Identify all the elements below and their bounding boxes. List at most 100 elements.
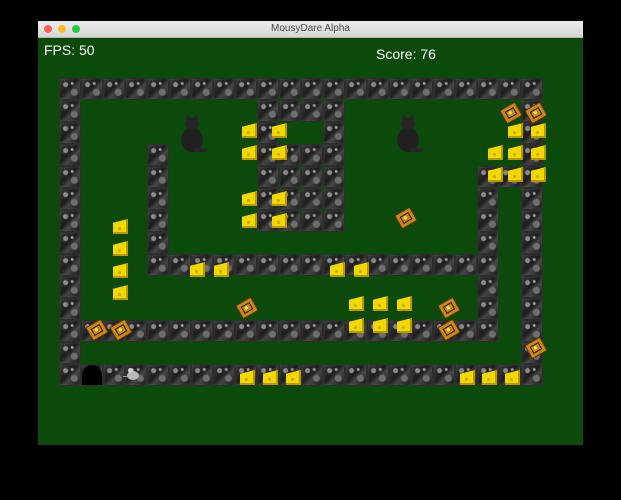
mouse-ear	[128, 368, 133, 373]
cheese-pickup	[488, 145, 503, 160]
wall-tile	[389, 78, 411, 100]
wall-tile	[301, 144, 323, 166]
wall-tile	[301, 188, 323, 210]
wall-tile	[59, 100, 81, 122]
wall-tile	[477, 210, 499, 232]
wall-tile	[323, 100, 345, 122]
cheese-pickup	[508, 123, 523, 138]
wall-tile	[323, 78, 345, 100]
wall-tile	[257, 100, 279, 122]
wall-tile	[411, 320, 433, 342]
wall-tile	[59, 320, 81, 342]
wall-tile	[147, 144, 169, 166]
wall-tile	[59, 122, 81, 144]
wall-tile	[257, 166, 279, 188]
wall-tile	[521, 254, 543, 276]
wall-tile	[235, 254, 257, 276]
wall-tile	[103, 364, 125, 386]
wall-tile	[147, 78, 169, 100]
wall-tile	[235, 78, 257, 100]
wall-tile	[279, 166, 301, 188]
score-display: Score: 76	[376, 46, 436, 62]
wall-tile	[433, 364, 455, 386]
wall-tile	[147, 320, 169, 342]
wall-tile	[59, 144, 81, 166]
wall-tile	[279, 78, 301, 100]
wall-tile	[169, 254, 191, 276]
wall-tile	[455, 78, 477, 100]
wall-tile	[521, 232, 543, 254]
wall-tile	[411, 364, 433, 386]
wall-tile	[147, 188, 169, 210]
wall-tile	[477, 78, 499, 100]
wall-tile	[257, 254, 279, 276]
wall-tile	[389, 254, 411, 276]
wall-tile	[235, 320, 257, 342]
wall-tile	[367, 364, 389, 386]
wall-tile	[323, 210, 345, 232]
cat-tail	[193, 148, 207, 152]
wall-tile	[59, 210, 81, 232]
wall-tile	[477, 276, 499, 298]
wall-tile	[125, 78, 147, 100]
wall-tile	[367, 78, 389, 100]
wall-tile	[213, 78, 235, 100]
wall-tile	[59, 342, 81, 364]
wall-tile	[169, 320, 191, 342]
wall-tile	[411, 78, 433, 100]
wall-tile	[191, 320, 213, 342]
wall-tile	[103, 78, 125, 100]
wall-tile	[147, 166, 169, 188]
wall-tile	[477, 298, 499, 320]
wall-tile	[213, 320, 235, 342]
cheese-pickup	[242, 123, 257, 138]
title-bar[interactable]: MousyDare Alpha	[38, 21, 583, 38]
wall-tile	[81, 78, 103, 100]
wall-tile	[323, 320, 345, 342]
wall-tile	[59, 276, 81, 298]
wall-tile	[499, 78, 521, 100]
wall-tile	[191, 364, 213, 386]
wall-tile	[301, 320, 323, 342]
wall-tile	[279, 254, 301, 276]
wall-tile	[59, 166, 81, 188]
cheese-pickup	[508, 145, 523, 160]
cheese-pickup	[113, 285, 128, 300]
wall-tile	[455, 254, 477, 276]
wall-tile	[521, 188, 543, 210]
wall-tile	[411, 254, 433, 276]
fps-counter: FPS: 50	[44, 42, 95, 58]
cheese-pickup	[242, 191, 257, 206]
wall-tile	[213, 364, 235, 386]
wall-tile	[389, 364, 411, 386]
wall-tile	[279, 100, 301, 122]
mousetrap	[499, 101, 523, 125]
wall-tile	[477, 188, 499, 210]
wall-tile	[323, 144, 345, 166]
cheese-pickup	[242, 145, 257, 160]
game-board[interactable]	[59, 78, 561, 408]
wall-tile	[345, 364, 367, 386]
wall-tile	[147, 254, 169, 276]
wall-tile	[323, 188, 345, 210]
wall-tile	[169, 78, 191, 100]
wall-tile	[147, 232, 169, 254]
wall-tile	[367, 254, 389, 276]
wall-tile	[521, 210, 543, 232]
cat-head	[185, 114, 199, 130]
wall-tile	[477, 232, 499, 254]
wall-tile	[169, 364, 191, 386]
wall-tile	[147, 364, 169, 386]
wall-tile	[301, 100, 323, 122]
wall-tile	[279, 320, 301, 342]
wall-tile	[59, 232, 81, 254]
cheese-pickup	[113, 263, 128, 278]
wall-tile	[477, 254, 499, 276]
mouse-hole	[82, 365, 102, 385]
wall-tile	[59, 364, 81, 386]
mousetrap	[235, 296, 259, 320]
wall-tile	[257, 320, 279, 342]
wall-tile	[301, 166, 323, 188]
cheese-pickup	[242, 213, 257, 228]
game-window: MousyDare Alpha FPS: 50 Score: 76	[38, 21, 583, 445]
